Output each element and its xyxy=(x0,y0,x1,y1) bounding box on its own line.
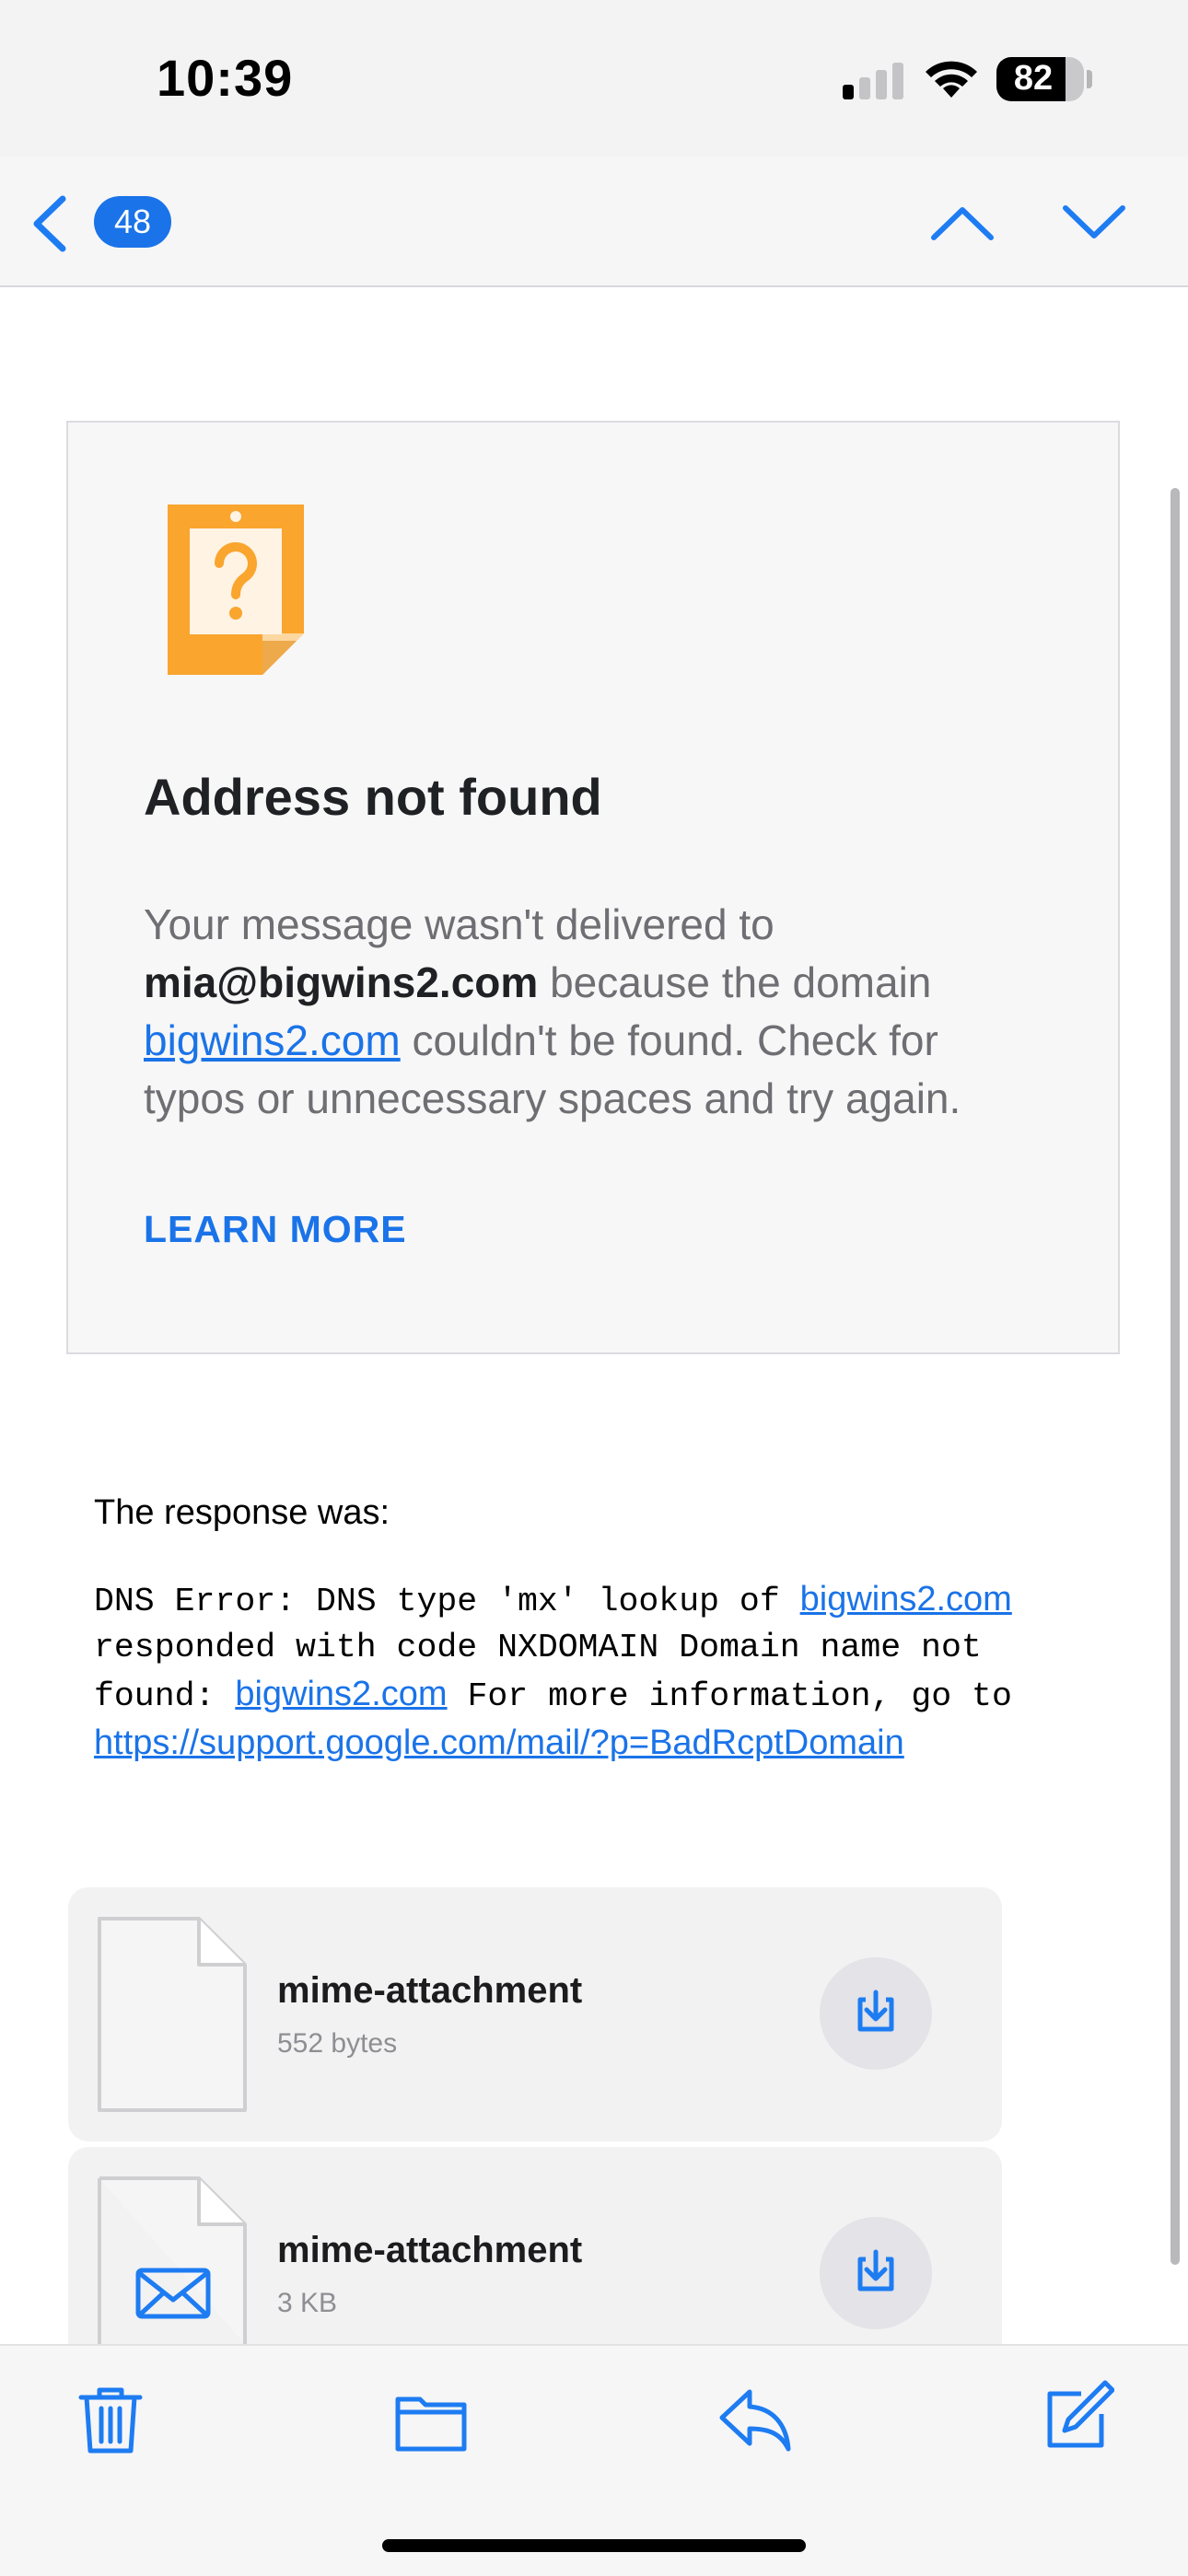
body-text-1: Your message wasn't delivered to xyxy=(144,900,775,948)
response-line3-end: For more information, go to xyxy=(447,1677,1012,1715)
attachment-size: 3 KB xyxy=(277,2288,338,2318)
notice-body: Your message wasn't delivered to mia@big… xyxy=(144,896,1028,1128)
wifi-icon xyxy=(926,61,977,98)
response-line1: DNS Error: DNS type 'mx' lookup of xyxy=(94,1583,800,1620)
domain-link-response-1[interactable]: bigwins2.com xyxy=(800,1580,1012,1619)
domain-link[interactable]: bigwins2.com xyxy=(144,1016,401,1064)
trash-icon[interactable] xyxy=(74,2383,147,2456)
download-button[interactable] xyxy=(820,2217,932,2329)
scrollbar[interactable] xyxy=(1171,488,1180,2265)
download-button[interactable] xyxy=(820,1957,932,2070)
battery-percentage: 82 xyxy=(1013,59,1054,98)
error-response-text: DNS Error: DNS type 'mx' lookup of bigwi… xyxy=(94,1576,1125,1769)
support-url-link[interactable]: https://support.google.com/mail/?p=BadRc… xyxy=(94,1723,904,1762)
status-time: 10:39 xyxy=(157,49,294,107)
folder-icon[interactable] xyxy=(394,2385,468,2458)
envelope-file-icon xyxy=(98,2176,247,2344)
response-label: The response was: xyxy=(94,1493,390,1532)
response-line3-start: found: xyxy=(94,1677,236,1715)
attachment-name: mime-attachment xyxy=(277,2230,583,2270)
blank-file-icon xyxy=(98,1917,247,2112)
home-indicator[interactable] xyxy=(382,2539,806,2552)
question-document-icon xyxy=(168,505,304,675)
learn-more-link[interactable]: LEARN MORE xyxy=(144,1208,407,1251)
recipient-address: mia@bigwins2.com xyxy=(144,958,539,1006)
attachment-size: 552 bytes xyxy=(277,2028,398,2059)
download-icon xyxy=(857,1990,894,2032)
domain-link-response-2[interactable]: bigwins2.com xyxy=(235,1675,447,1713)
compose-icon[interactable] xyxy=(1041,2379,1114,2453)
download-icon xyxy=(857,2249,894,2292)
navigation-bar xyxy=(0,157,1188,287)
reply-icon[interactable] xyxy=(718,2383,792,2456)
response-line2: responded with code NXDOMAIN Domain name… xyxy=(94,1629,982,1666)
message-count-badge[interactable]: 48 xyxy=(94,196,171,248)
notice-title: Address not found xyxy=(144,768,602,826)
signal-icon xyxy=(843,63,903,99)
chevron-left-icon[interactable] xyxy=(28,195,74,252)
chevron-up-icon[interactable] xyxy=(930,204,995,241)
body-text-2: because the domain xyxy=(538,958,932,1006)
attachment-name: mime-attachment xyxy=(277,1970,583,2011)
chevron-down-icon[interactable] xyxy=(1062,204,1126,241)
battery-nub xyxy=(1087,70,1092,88)
